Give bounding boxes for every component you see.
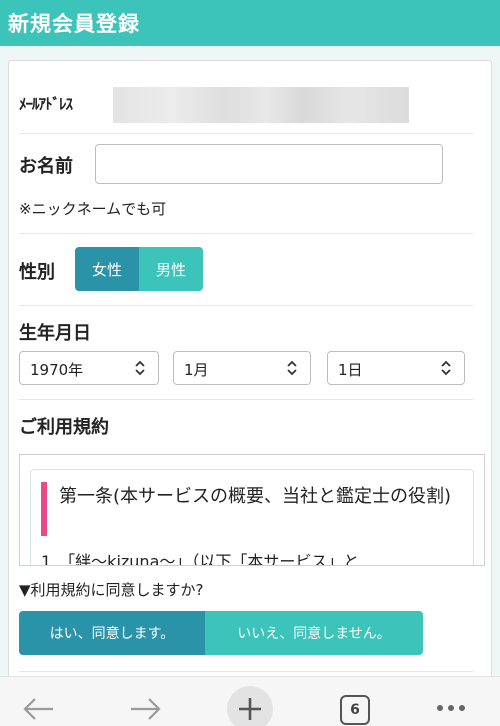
select-chevrons-icon bbox=[287, 360, 297, 376]
birth-month-select[interactable]: 1月 bbox=[173, 351, 311, 385]
forward-arrow-icon[interactable] bbox=[128, 697, 162, 721]
birth-month-value: 1月 bbox=[184, 361, 209, 379]
terms-label: ご利用規約 bbox=[19, 417, 109, 438]
nickname-note: ※ニックネームでも可 bbox=[19, 200, 167, 218]
tab-count-button[interactable]: 6 bbox=[340, 695, 370, 725]
birth-year-value: 1970年 bbox=[30, 361, 84, 379]
terms-scroll-area[interactable]: 第一条(本サービスの概要、当社と鑑定士の役割) 1 「絆～kizuna～」（以下… bbox=[19, 454, 485, 566]
agree-question: ▼利用規約に同意しますか? bbox=[19, 581, 204, 599]
gender-toggle: 女性 男性 bbox=[75, 247, 203, 291]
email-label: ﾒｰﾙｱﾄﾞﾚｽ bbox=[19, 95, 73, 113]
app-header: 新規会員登録 bbox=[0, 0, 500, 46]
name-input[interactable] bbox=[95, 144, 443, 184]
browser-toolbar: 6 bbox=[0, 676, 500, 726]
agree-toggle: はい、同意します。 いいえ、同意しません。 bbox=[19, 611, 423, 655]
gender-female-button[interactable]: 女性 bbox=[75, 247, 139, 291]
birth-day-value: 1日 bbox=[338, 361, 363, 379]
divider bbox=[19, 671, 473, 672]
divider bbox=[19, 399, 473, 400]
birthdate-label: 生年月日 bbox=[19, 323, 91, 344]
select-chevrons-icon bbox=[135, 360, 145, 376]
terms-accent-bar bbox=[41, 482, 47, 536]
back-arrow-icon[interactable] bbox=[22, 697, 56, 721]
birth-day-select[interactable]: 1日 bbox=[327, 351, 465, 385]
agree-no-button[interactable]: いいえ、同意しません。 bbox=[205, 611, 423, 655]
divider bbox=[19, 233, 473, 234]
gender-male-button[interactable]: 男性 bbox=[139, 247, 203, 291]
terms-heading: 第一条(本サービスの概要、当社と鑑定士の役割) bbox=[59, 486, 452, 507]
terms-article: 第一条(本サービスの概要、当社と鑑定士の役割) 1 「絆～kizuna～」（以下… bbox=[30, 469, 474, 565]
email-value-blurred bbox=[113, 87, 409, 123]
agree-yes-button[interactable]: はい、同意します。 bbox=[19, 611, 205, 655]
divider bbox=[19, 305, 473, 306]
divider bbox=[19, 133, 473, 134]
select-chevrons-icon bbox=[441, 360, 451, 376]
registration-form: ﾒｰﾙｱﾄﾞﾚｽ お名前 ※ニックネームでも可 性別 女性 男性 生年月日 19… bbox=[8, 60, 492, 690]
birth-year-select[interactable]: 1970年 bbox=[19, 351, 159, 385]
new-tab-plus-icon[interactable] bbox=[226, 685, 274, 726]
page-title: 新規会員登録 bbox=[8, 12, 140, 36]
more-dots-icon[interactable] bbox=[436, 703, 466, 713]
terms-item: 1 「絆～kizuna～」（以下「本サービス」と bbox=[41, 552, 360, 566]
name-label: お名前 bbox=[19, 156, 73, 177]
gender-label: 性別 bbox=[19, 262, 55, 283]
